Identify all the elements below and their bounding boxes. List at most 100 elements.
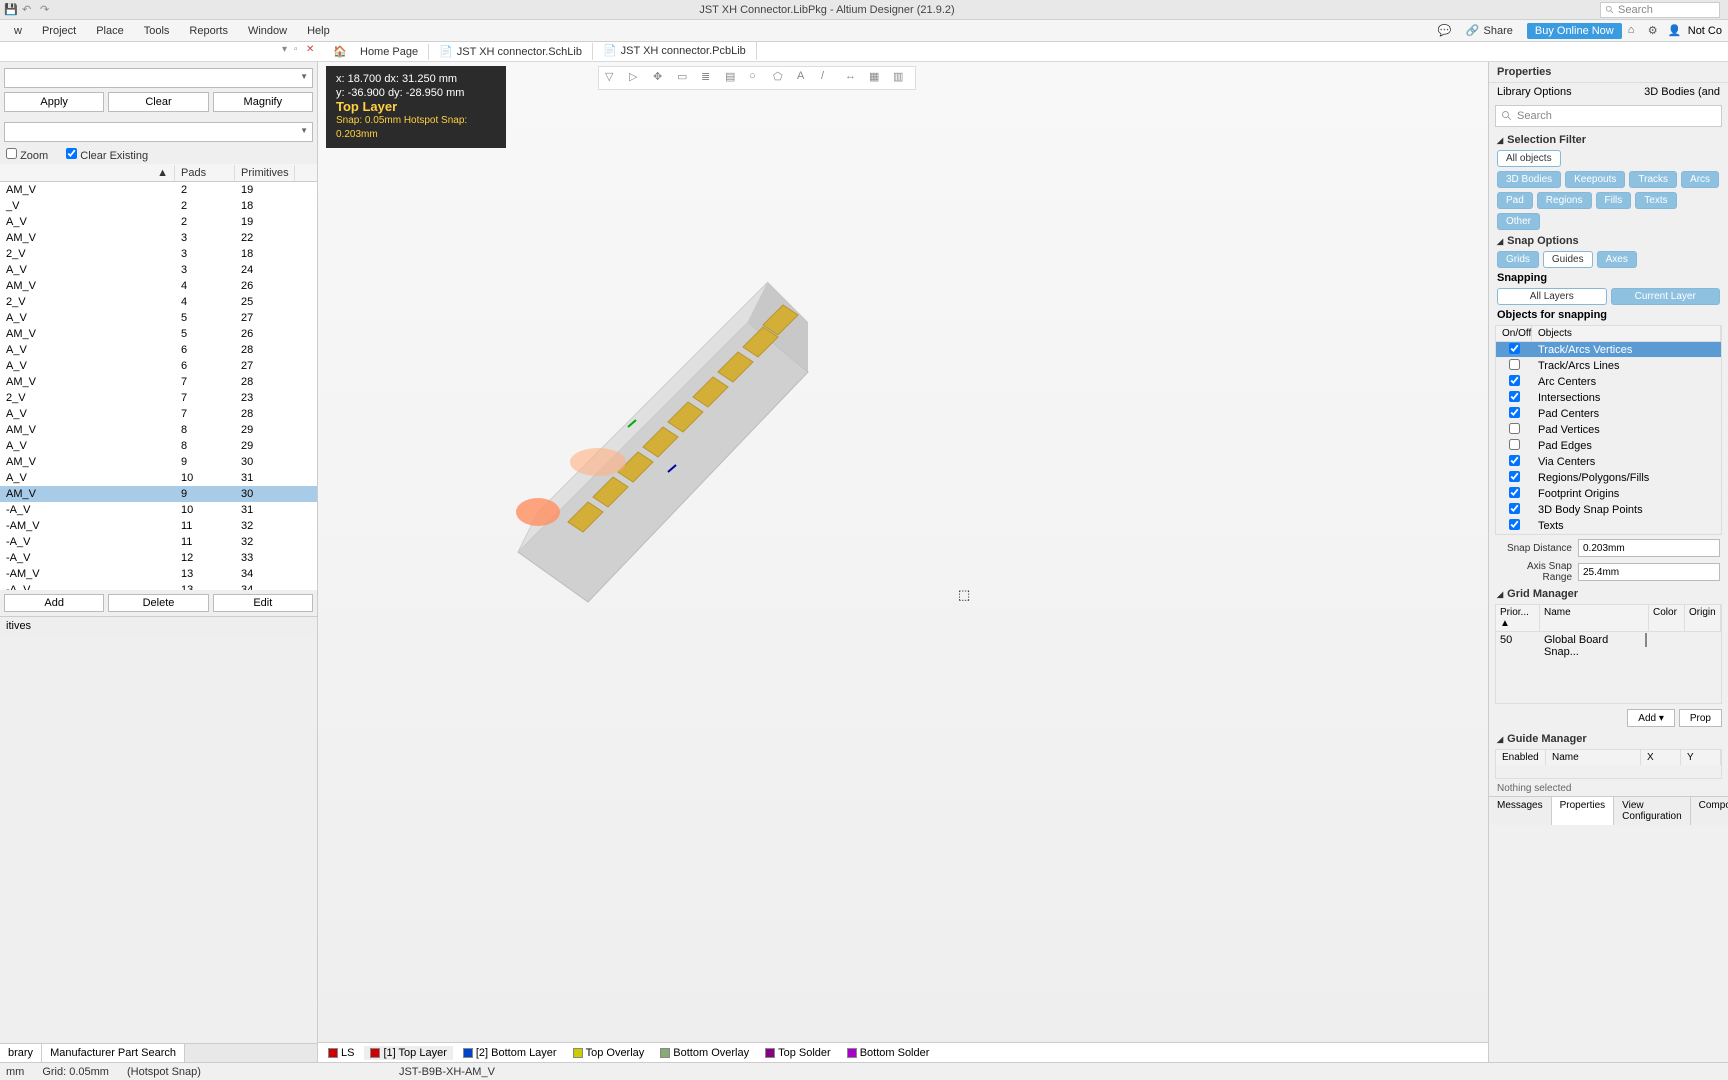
snap-object-row[interactable]: Via Centers bbox=[1496, 454, 1721, 470]
top-overlay-tab[interactable]: Top Overlay bbox=[567, 1046, 651, 1060]
footprint-row[interactable]: AM_V526 bbox=[0, 326, 317, 342]
properties-search[interactable]: Search bbox=[1495, 105, 1722, 127]
footprint-row[interactable]: 2_V425 bbox=[0, 294, 317, 310]
redo-icon[interactable]: ↷ bbox=[40, 3, 54, 17]
close-panel-icon[interactable]: ✕ bbox=[306, 44, 316, 54]
footprint-row[interactable]: AM_V728 bbox=[0, 374, 317, 390]
snap-object-row[interactable]: Footprint Origins bbox=[1496, 486, 1721, 502]
magnify-button[interactable]: Magnify bbox=[213, 92, 313, 112]
col-enabled[interactable]: Enabled bbox=[1496, 750, 1546, 765]
buy-button[interactable]: Buy Online Now bbox=[1527, 23, 1622, 39]
col-objects[interactable]: Objects bbox=[1532, 326, 1721, 341]
clear-button[interactable]: Clear bbox=[108, 92, 208, 112]
snap-object-row[interactable]: Intersections bbox=[1496, 390, 1721, 406]
footprint-row[interactable]: A_V628 bbox=[0, 342, 317, 358]
tab-view-config[interactable]: View Configuration bbox=[1614, 797, 1690, 825]
filter-pill-pad[interactable]: Pad bbox=[1497, 192, 1533, 209]
menu-tools[interactable]: Tools bbox=[134, 23, 180, 39]
footprint-row[interactable]: _V218 bbox=[0, 198, 317, 214]
filter-pill-3d-bodies[interactable]: 3D Bodies bbox=[1497, 171, 1561, 188]
menu-window[interactable]: Window bbox=[238, 23, 297, 39]
col-origin[interactable]: Origin bbox=[1685, 605, 1721, 631]
undo-icon[interactable]: ↶ bbox=[22, 3, 36, 17]
line-icon[interactable]: / bbox=[821, 70, 837, 86]
rect-icon[interactable]: ▭ bbox=[677, 70, 693, 86]
top-layer-tab[interactable]: [1] Top Layer bbox=[364, 1046, 452, 1060]
col-onoff[interactable]: On/Off bbox=[1496, 326, 1532, 341]
tab-mps[interactable]: Manufacturer Part Search bbox=[42, 1044, 185, 1062]
footprint-row[interactable]: A_V1031 bbox=[0, 470, 317, 486]
footprint-row[interactable]: -A_V1334 bbox=[0, 582, 317, 590]
current-layer-pill[interactable]: Current Layer bbox=[1611, 288, 1721, 305]
grids-pill[interactable]: Grids bbox=[1497, 251, 1539, 268]
circle-icon[interactable]: ○ bbox=[749, 70, 765, 86]
tab-home[interactable]: Home Page bbox=[350, 44, 429, 60]
guide-manager-section[interactable]: Guide Manager bbox=[1489, 730, 1728, 747]
snap-object-row[interactable]: Track/Arcs Vertices bbox=[1496, 342, 1721, 358]
menu-view[interactable]: w bbox=[4, 23, 32, 39]
snap-object-row[interactable]: Pad Edges bbox=[1496, 438, 1721, 454]
filter-pill-regions[interactable]: Regions bbox=[1537, 192, 1592, 209]
zoom-check[interactable]: Zoom bbox=[6, 148, 48, 162]
col-primitives[interactable]: Primitives bbox=[235, 165, 295, 181]
footprint-row[interactable]: 2_V723 bbox=[0, 390, 317, 406]
all-objects-pill[interactable]: All objects bbox=[1497, 150, 1561, 167]
grid-row[interactable]: 50 Global Board Snap... bbox=[1496, 632, 1721, 660]
mode-combo[interactable] bbox=[4, 122, 313, 142]
tab-pcblib[interactable]: 📄JST XH connector.PcbLib bbox=[593, 42, 757, 61]
comment-icon[interactable]: 💬 bbox=[1438, 24, 1452, 38]
filter-icon[interactable]: ▽ bbox=[605, 70, 621, 86]
snap-object-row[interactable]: Texts bbox=[1496, 518, 1721, 534]
footprint-row[interactable]: AM_V426 bbox=[0, 278, 317, 294]
filter-pill-keepouts[interactable]: Keepouts bbox=[1565, 171, 1625, 188]
footprint-row[interactable]: A_V829 bbox=[0, 438, 317, 454]
stack-icon[interactable]: ▤ bbox=[725, 70, 741, 86]
apply-button[interactable]: Apply bbox=[4, 92, 104, 112]
clear-existing-check[interactable]: Clear Existing bbox=[66, 148, 148, 162]
footprint-row[interactable]: A_V219 bbox=[0, 214, 317, 230]
bottom-overlay-tab[interactable]: Bottom Overlay bbox=[654, 1046, 755, 1060]
dim-icon[interactable]: ↔ bbox=[845, 70, 861, 86]
bottom-layer-tab[interactable]: [2] Bottom Layer bbox=[457, 1046, 563, 1060]
footprint-row[interactable]: AM_V322 bbox=[0, 230, 317, 246]
tab-properties[interactable]: Properties bbox=[1552, 797, 1615, 825]
tab-schlib[interactable]: 📄JST XH connector.SchLib bbox=[429, 43, 593, 60]
filter-pill-texts[interactable]: Texts bbox=[1635, 192, 1676, 209]
ls-tab[interactable]: LS bbox=[322, 1046, 360, 1060]
pin-icon[interactable]: ▾ bbox=[282, 44, 292, 54]
filter-pill-other[interactable]: Other bbox=[1497, 213, 1540, 230]
axes-pill[interactable]: Axes bbox=[1597, 251, 1637, 268]
snap-options-section[interactable]: Snap Options bbox=[1489, 232, 1728, 249]
filter-pill-tracks[interactable]: Tracks bbox=[1629, 171, 1677, 188]
snap-object-row[interactable]: Arc Centers bbox=[1496, 374, 1721, 390]
array-icon[interactable]: ▥ bbox=[893, 70, 909, 86]
gear-icon[interactable]: ⚙ bbox=[1648, 24, 1662, 38]
snap-object-row[interactable]: Regions/Polygons/Fills bbox=[1496, 470, 1721, 486]
col-y[interactable]: Y bbox=[1681, 750, 1721, 765]
col-name[interactable]: Name bbox=[1540, 605, 1649, 631]
add-grid-button[interactable]: Add ▾ bbox=[1627, 709, 1675, 727]
delete-footprint-button[interactable]: Delete bbox=[108, 594, 208, 612]
grid-properties-button[interactable]: Prop bbox=[1679, 709, 1722, 727]
footprint-row[interactable]: A_V627 bbox=[0, 358, 317, 374]
menu-reports[interactable]: Reports bbox=[179, 23, 238, 39]
footprint-list[interactable]: AM_V219_V218A_V219AM_V3222_V318A_V324AM_… bbox=[0, 182, 317, 590]
col-priority[interactable]: Prior... ▲ bbox=[1496, 605, 1540, 631]
move-icon[interactable]: ✥ bbox=[653, 70, 669, 86]
footprint-row[interactable]: AM_V930 bbox=[0, 486, 317, 502]
footprint-row[interactable]: -A_V1132 bbox=[0, 534, 317, 550]
col-color[interactable]: Color bbox=[1649, 605, 1685, 631]
all-layers-pill[interactable]: All Layers bbox=[1497, 288, 1607, 305]
global-search[interactable]: Search bbox=[1600, 2, 1720, 18]
bottom-solder-tab[interactable]: Bottom Solder bbox=[841, 1046, 936, 1060]
snap-distance-input[interactable] bbox=[1578, 539, 1720, 557]
col-name[interactable]: ▲ bbox=[0, 165, 175, 181]
edit-footprint-button[interactable]: Edit bbox=[213, 594, 313, 612]
footprint-row[interactable]: -A_V1031 bbox=[0, 502, 317, 518]
user-icon[interactable]: 👤 bbox=[1668, 24, 1682, 38]
footprint-row[interactable]: -A_V1233 bbox=[0, 550, 317, 566]
snap-object-row[interactable]: Pad Vertices bbox=[1496, 422, 1721, 438]
home-tab-icon[interactable]: 🏠 bbox=[330, 42, 350, 62]
snap-object-row[interactable]: Pad Centers bbox=[1496, 406, 1721, 422]
footprint-row[interactable]: A_V728 bbox=[0, 406, 317, 422]
